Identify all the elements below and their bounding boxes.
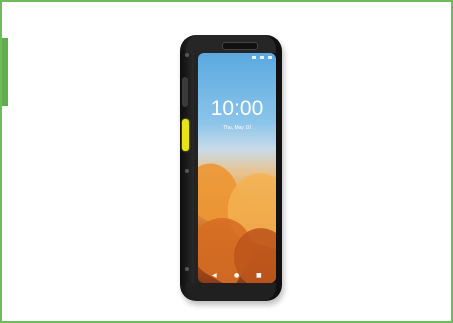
yellow-scan-button [182,119,189,151]
product-image-frame: 10:00 Thu, May 10 ◀ ● ■ [0,0,453,323]
signal-icon [252,56,256,59]
frame-accent-tab [2,38,8,106]
device-screen: 10:00 Thu, May 10 ◀ ● ■ [198,53,276,283]
recents-icon: ■ [256,272,262,279]
side-screw-icon [185,267,189,271]
side-screw-icon [185,169,189,173]
lock-screen-clock: 10:00 [210,97,264,120]
battery-icon [268,56,272,59]
wifi-icon [260,56,264,59]
bottom-bumper [186,283,276,301]
status-bar-icons [252,56,272,60]
top-bumper [186,35,276,53]
earpiece-speaker [222,42,258,50]
side-screw-icon [185,53,189,57]
volume-button [182,77,188,107]
navigation-bar: ◀ ● ■ [198,271,276,281]
lock-screen-date: Thu, May 10 [223,125,251,131]
home-icon: ● [234,272,240,279]
rugged-phone-device: 10:00 Thu, May 10 ◀ ● ■ [180,35,282,301]
back-icon: ◀ [212,272,217,279]
